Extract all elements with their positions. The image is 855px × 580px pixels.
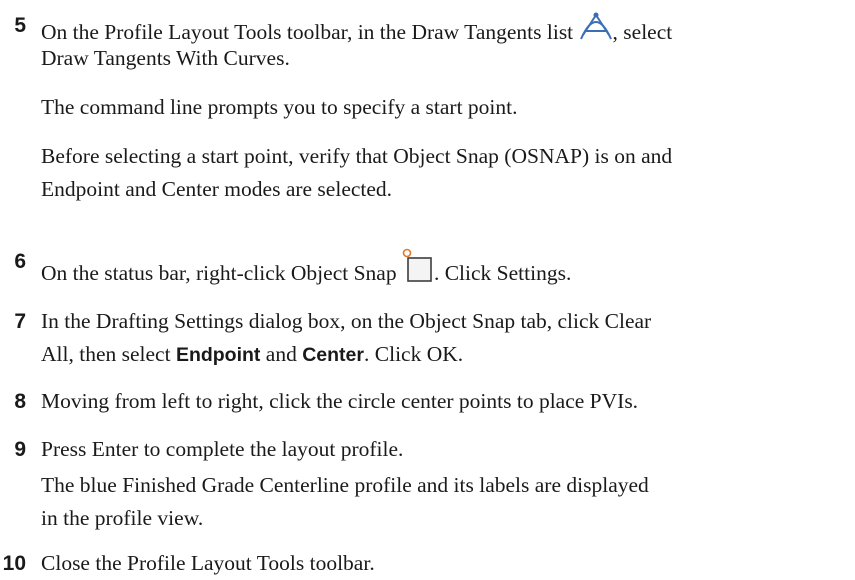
center-term: Center [302,344,364,366]
step-text-part: and [260,342,303,366]
step-text-part: On the status bar, right-click Object Sn… [41,261,397,285]
step-note: Before selecting a start point, verify t… [41,144,673,168]
step-note: The blue Finished Grade Centerline profi… [41,473,649,497]
step-text-part: All, then select [41,342,176,366]
step-text-part: . Click Settings. [433,261,572,285]
object-snap-icon [402,248,434,292]
step-text: On the status bar, right-click Object Sn… [41,248,853,292]
endpoint-term: Endpoint [175,344,261,366]
step-note: in the profile view. [41,506,204,530]
step-text-part: On the Profile Layout Tools toolbar, in … [41,20,574,44]
step-text-line2: Draw Tangents With Curves. [41,46,290,70]
step-text-line1: In the Drafting Settings dialog box, on … [41,309,652,333]
step-text: Press Enter to complete the layout profi… [41,437,404,461]
step-number: 8 [14,390,26,413]
step-number: 5 [14,14,26,37]
step-number: 7 [14,310,26,333]
step-number: 10 [2,552,26,575]
step-text: Close the Profile Layout Tools toolbar. [41,551,375,575]
step-number: 6 [14,250,26,273]
step-text-line2: All, then select Endpoint and Center. Cl… [41,340,853,370]
step-text-part: , select [612,20,673,44]
step-text-part: . Click OK. [364,342,464,366]
step-note: The command line prompts you to specify … [41,95,518,119]
step-text: Moving from left to right, click the cir… [41,389,639,413]
step-note: Endpoint and Center modes are selected. [41,177,393,201]
step-number: 9 [14,438,26,461]
